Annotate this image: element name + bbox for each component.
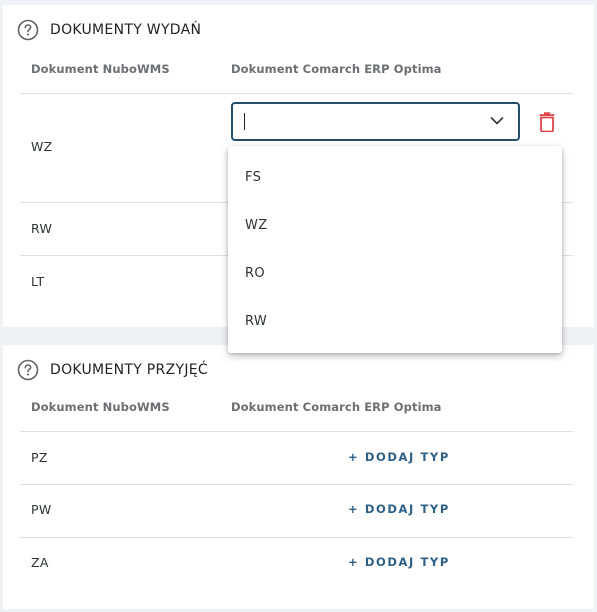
divider xyxy=(20,537,573,538)
erp-document-select[interactable] xyxy=(231,102,520,141)
receipt-documents-card: DOKUMENTY PRZYJĘĆ Dokument NuboWMS Dokum… xyxy=(3,345,594,609)
section-title: DOKUMENTY PRZYJĘĆ xyxy=(50,362,208,378)
trash-icon[interactable] xyxy=(539,112,555,132)
receipt-documents-header: DOKUMENTY PRZYJĘĆ xyxy=(17,359,208,381)
text-cursor xyxy=(244,113,245,130)
issue-documents-header: DOKUMENTY WYDAŃ xyxy=(17,19,201,41)
row-label: PZ xyxy=(31,450,48,465)
row-label: ZA xyxy=(31,555,49,570)
section-title: DOKUMENTY WYDAŃ xyxy=(50,22,202,38)
row-label: RW xyxy=(31,221,53,236)
add-type-button[interactable]: + DODAJ TYP xyxy=(348,555,450,569)
column-header-erp: Dokument Comarch ERP Optima xyxy=(231,62,442,76)
erp-document-dropdown-menu: FS WZ RO RW xyxy=(228,146,562,353)
dropdown-option-rw[interactable]: RW xyxy=(228,298,562,346)
divider xyxy=(20,431,573,432)
chevron-down-icon[interactable] xyxy=(490,116,504,126)
add-type-button[interactable]: + DODAJ TYP xyxy=(348,502,450,516)
dropdown-option-fs[interactable]: FS xyxy=(228,154,562,202)
row-label: WZ xyxy=(31,139,53,154)
column-header-nubowms: Dokument NuboWMS xyxy=(31,62,170,76)
column-header-nubowms: Dokument NuboWMS xyxy=(31,400,170,414)
help-circle-icon[interactable] xyxy=(17,19,39,41)
column-header-erp: Dokument Comarch ERP Optima xyxy=(231,400,442,414)
add-type-button[interactable]: + DODAJ TYP xyxy=(348,450,450,464)
row-label: PW xyxy=(31,502,52,517)
divider xyxy=(20,484,573,485)
row-label: LT xyxy=(31,274,45,289)
dropdown-option-ro[interactable]: RO xyxy=(228,250,562,298)
dropdown-option-wz[interactable]: WZ xyxy=(228,202,562,250)
divider xyxy=(20,93,573,94)
help-circle-icon[interactable] xyxy=(17,359,39,381)
